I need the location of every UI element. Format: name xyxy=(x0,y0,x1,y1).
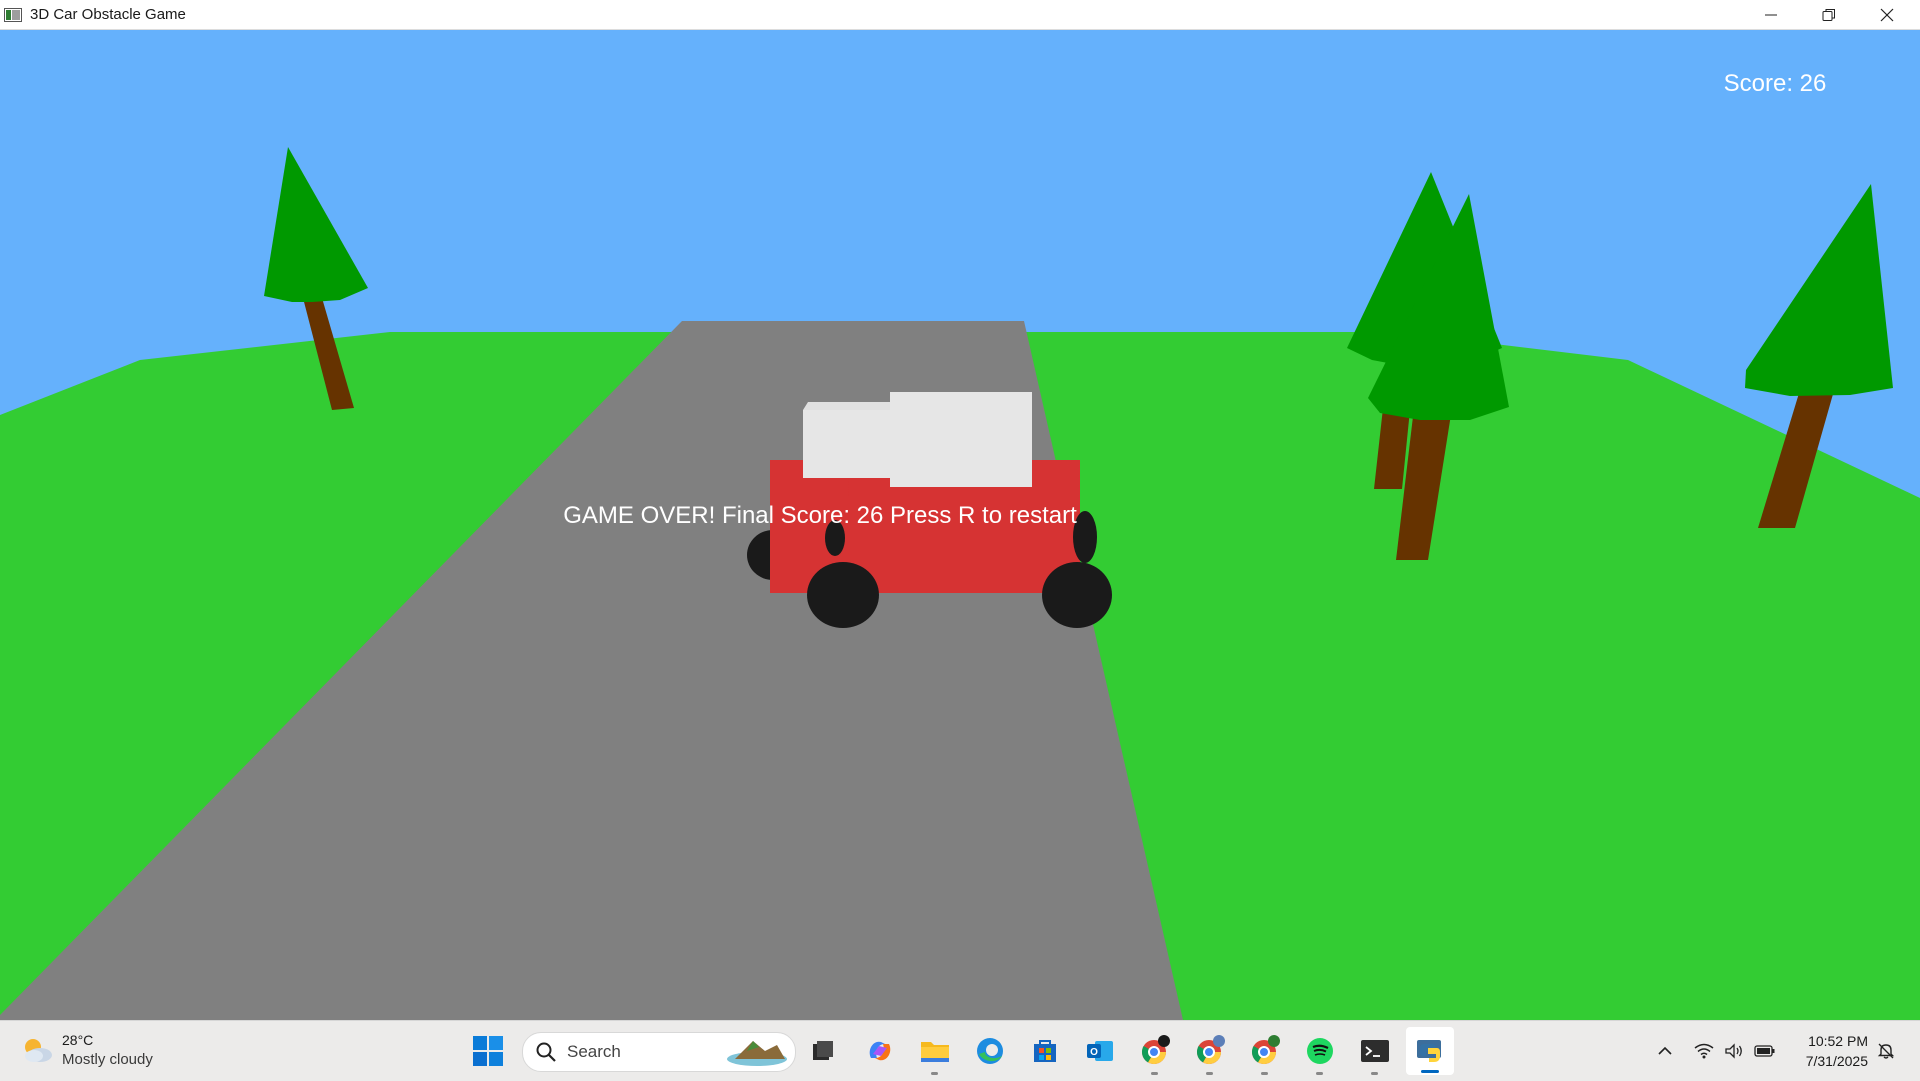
outlook-icon: O xyxy=(1087,1041,1113,1061)
game-over-message: GAME OVER! Final Score: 26 Press R to re… xyxy=(563,502,1077,529)
game-canvas[interactable]: Score: 26 GAME OVER! Final Score: 26 Pre… xyxy=(0,30,1920,1020)
copilot-icon xyxy=(869,1041,891,1061)
score-display: Score: 26 xyxy=(1723,70,1827,97)
notifications-button[interactable] xyxy=(1874,1039,1898,1063)
clock-date: 7/31/2025 xyxy=(1805,1053,1868,1069)
edge-button[interactable] xyxy=(972,1033,1008,1069)
wifi-icon xyxy=(1694,1043,1714,1059)
chrome-icon xyxy=(1196,1035,1225,1065)
terminal-button[interactable] xyxy=(1357,1033,1393,1075)
terminal-icon xyxy=(1361,1040,1389,1062)
restore-icon xyxy=(1822,8,1835,21)
taskbar: 28°C Mostly cloudy Search O 10:52 PM 7/3… xyxy=(0,1020,1920,1081)
car-cabin xyxy=(890,392,1032,487)
app-icon xyxy=(3,7,23,23)
title-bar[interactable]: 3D Car Obstacle Game xyxy=(0,0,1920,30)
restore-button[interactable] xyxy=(1800,0,1858,29)
bell-icon xyxy=(1877,1043,1895,1059)
clock-time: 10:52 PM xyxy=(1808,1033,1868,1049)
outlook-button[interactable]: O xyxy=(1082,1033,1118,1069)
file-explorer-button[interactable] xyxy=(917,1033,953,1075)
close-button[interactable] xyxy=(1858,0,1916,29)
svg-text:O: O xyxy=(1090,1047,1098,1058)
battery-icon xyxy=(1754,1045,1775,1057)
chevron-up-icon xyxy=(1658,1046,1672,1055)
search-highlight-icon xyxy=(727,1041,787,1066)
car-wheel xyxy=(1042,562,1112,628)
chrome-icon xyxy=(1141,1035,1170,1065)
start-button[interactable] xyxy=(472,1035,506,1069)
close-icon xyxy=(1880,8,1894,21)
volume-button[interactable] xyxy=(1722,1039,1746,1063)
python-game-button[interactable] xyxy=(1406,1027,1454,1075)
spotify-icon xyxy=(1307,1038,1333,1064)
minimize-button[interactable] xyxy=(1742,0,1800,29)
battery-button[interactable] xyxy=(1753,1039,1777,1063)
task-view-button[interactable] xyxy=(805,1033,841,1069)
game-window: 3D Car Obstacle Game Score: 26 GAME OVER… xyxy=(0,0,1920,1081)
car-wheel xyxy=(807,562,879,628)
store-icon xyxy=(1034,1040,1056,1062)
search-icon xyxy=(536,1042,556,1062)
search-label: Search xyxy=(567,1042,621,1061)
copilot-button[interactable] xyxy=(862,1033,898,1069)
car-cabin-edge xyxy=(803,402,890,410)
weather-widget[interactable]: 28°C Mostly cloudy xyxy=(20,1031,153,1069)
folder-icon xyxy=(921,1042,949,1062)
spotify-button[interactable] xyxy=(1302,1033,1338,1075)
minimize-icon xyxy=(1765,14,1777,15)
volume-icon xyxy=(1725,1043,1742,1059)
weather-temperature: 28°C xyxy=(62,1032,94,1048)
python-icon xyxy=(1417,1040,1441,1062)
search-input[interactable]: Search xyxy=(522,1032,796,1072)
edge-icon xyxy=(977,1038,1003,1064)
clock[interactable]: 10:52 PM 7/31/2025 xyxy=(1778,1031,1868,1071)
windows-logo-icon xyxy=(473,1036,503,1066)
chrome-profile-2-button[interactable] xyxy=(1192,1033,1228,1075)
chrome-profile-3-button[interactable] xyxy=(1247,1033,1283,1075)
wifi-button[interactable] xyxy=(1692,1039,1716,1063)
task-view-icon xyxy=(813,1041,833,1060)
partly-cloudy-icon xyxy=(25,1039,52,1062)
window-title: 3D Car Obstacle Game xyxy=(30,6,186,23)
chrome-profile-1-button[interactable] xyxy=(1137,1033,1173,1075)
show-hidden-icons-button[interactable] xyxy=(1653,1039,1677,1063)
microsoft-store-button[interactable] xyxy=(1027,1033,1063,1069)
chrome-icon xyxy=(1251,1035,1280,1065)
weather-condition: Mostly cloudy xyxy=(62,1051,153,1068)
